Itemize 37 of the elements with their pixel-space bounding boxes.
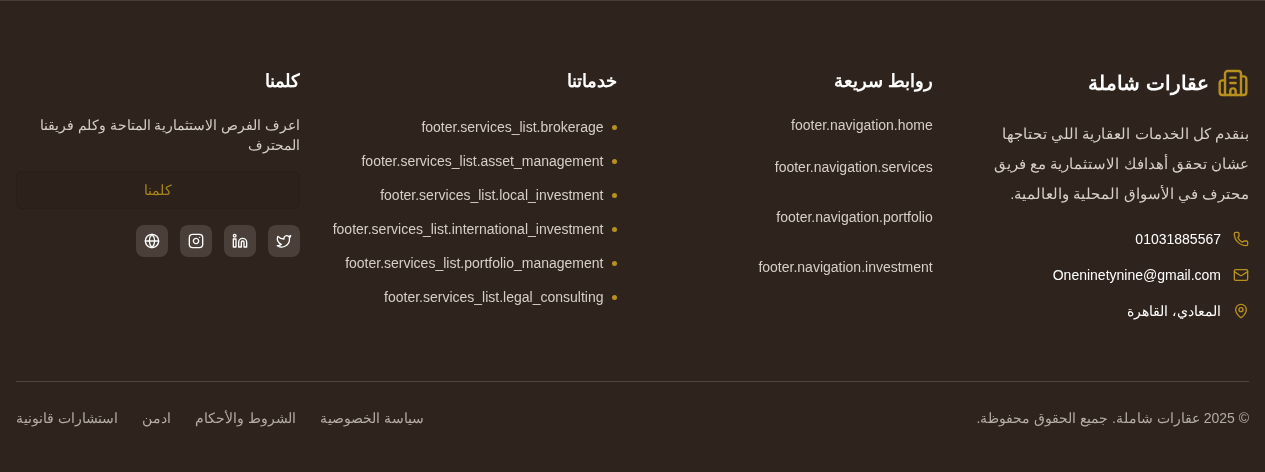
contact-text: المعادي، القاهرة [1127,302,1221,321]
footer-link[interactable]: سياسة الخصوصية [319,408,424,428]
service-link[interactable]: footer.services_list.legal_consulting [384,287,604,307]
service-link[interactable]: footer.services_list.international_investment [332,219,604,239]
service-link[interactable]: footer.services_list.local_investment [380,185,604,205]
contact-description: اعرف الفرص الاستثمارية المتاحة وكلم فريقنا المحترف [38,116,301,155]
nav-link[interactable]: footer.navigation.investment [758,257,933,277]
linkedin-button[interactable] [224,225,257,257]
section-title: روابط سريعة [833,70,933,94]
nav-link[interactable]: footer.navigation.home [791,115,933,135]
service-link[interactable]: footer.services_list.brokerage [421,117,604,137]
nav-link[interactable]: footer.navigation.services [774,157,933,177]
footer-link[interactable]: ادمن [141,408,171,428]
contact-text: Oneninetynine@gmail.com [1052,266,1221,285]
contact-button[interactable]: كلمنا [16,171,301,209]
contact-text: 01031885567 [1135,230,1221,249]
footer-link[interactable]: الشروط والأحكام [194,408,296,428]
website-button[interactable] [136,225,169,257]
globe-icon [144,233,161,249]
brand-name: عقارات شاملة [1088,71,1209,97]
section-title: خدماتنا [566,70,617,93]
footer-link[interactable]: استشارات قانونية [16,408,118,428]
linkedin-icon [232,233,249,249]
bird-icon [276,233,293,249]
service-link[interactable]: footer.services_list.portfolio_management [345,253,604,273]
phone-icon [1233,231,1249,247]
camera-icon [188,233,205,249]
brand-description: بنقدم كل الخدمات العقارية اللي تحتاجها عشان تحقق أهدافك الاستثمارية مع فريق محترف في الأسواق المحلية والعالمية. [993,124,1249,205]
instagram-button[interactable] [180,225,213,257]
location-pin-icon [1233,303,1249,319]
service-link[interactable]: footer.services_list.asset_management [361,151,604,171]
building-icon [1217,67,1249,99]
copyright-text: © 2025 عقارات شاملة. جميع الحقوق محفوظة. [976,409,1249,428]
section-title: كلمنا [265,70,301,93]
nav-link[interactable]: footer.navigation.portfolio [776,207,933,227]
twitter-button[interactable] [268,225,301,257]
mail-icon [1233,267,1249,283]
